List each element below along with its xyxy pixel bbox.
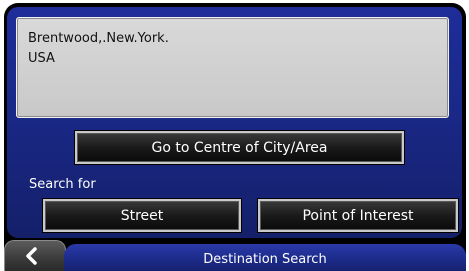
back-button[interactable]	[4, 240, 66, 271]
destination-panel: Brentwood,.New.York. USA Go to Centre of…	[7, 7, 462, 238]
location-country-line: USA	[28, 51, 55, 66]
street-button[interactable]: Street	[43, 199, 241, 232]
title-tab: Destination Search	[64, 244, 466, 271]
location-city-line: Brentwood,.New.York.	[28, 31, 169, 46]
navigation-screen: Brentwood,.New.York. USA Go to Centre of…	[4, 3, 466, 271]
go-to-centre-button[interactable]: Go to Centre of City/Area	[75, 131, 404, 164]
selected-location-box: Brentwood,.New.York. USA	[16, 17, 449, 118]
search-for-label: Search for	[29, 177, 96, 192]
point-of-interest-button[interactable]: Point of Interest	[258, 199, 458, 232]
device-frame: Brentwood,.New.York. USA Go to Centre of…	[0, 0, 469, 271]
back-chevron-icon	[26, 247, 37, 265]
screen-title: Destination Search	[203, 252, 327, 267]
